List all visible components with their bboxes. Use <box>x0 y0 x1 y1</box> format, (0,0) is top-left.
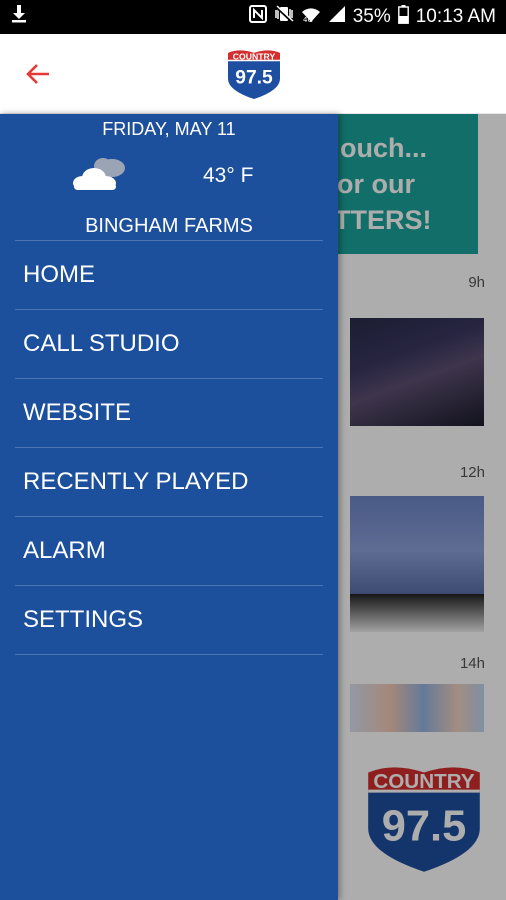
svg-text:COUNTRY: COUNTRY <box>233 52 276 62</box>
menu-item-label: SETTINGS <box>23 606 144 633</box>
vibrate-icon <box>274 5 294 29</box>
cloudy-icon <box>73 158 125 190</box>
svg-text:4G: 4G <box>303 16 313 23</box>
status-bar: 4G 35% 10:13 AM <box>0 0 506 34</box>
wifi-icon: 4G <box>301 5 321 29</box>
menu-item-label: WEBSITE <box>23 399 132 426</box>
date-label: FRIDAY, MAY 11 <box>102 119 236 139</box>
signal-icon <box>328 5 346 29</box>
station-logo: COUNTRY 97.5 <box>228 50 280 100</box>
menu-item-label: RECENTLY PLAYED <box>23 468 249 495</box>
menu-item-label: HOME <box>23 261 95 288</box>
temperature: 43° F <box>203 164 254 187</box>
clock: 10:13 AM <box>415 6 496 27</box>
menu-item-website[interactable]: WEBSITE <box>15 378 323 447</box>
battery-icon <box>397 4 409 30</box>
divider <box>15 654 323 655</box>
download-icon <box>10 4 28 30</box>
nfc-icon <box>248 5 267 29</box>
app-header: COUNTRY 97.5 <box>0 34 506 114</box>
arrow-left-icon <box>26 64 49 84</box>
menu-item-alarm[interactable]: ALARM <box>15 516 323 585</box>
battery-percent: 35% <box>352 6 391 27</box>
menu-item-settings[interactable]: SETTINGS <box>15 585 323 654</box>
svg-text:97.5: 97.5 <box>235 68 273 89</box>
menu-item-label: ALARM <box>23 537 106 564</box>
drawer-menu: HOME CALL STUDIO WEBSITE RECENTLY PLAYED… <box>15 240 323 655</box>
location-label: BINGHAM FARMS <box>85 215 253 237</box>
menu-item-home[interactable]: HOME <box>15 240 323 309</box>
menu-item-recently-played[interactable]: RECENTLY PLAYED <box>15 447 323 516</box>
navigation-drawer: FRIDAY, MAY 11 43° F BINGHAM FARMS HOME … <box>0 114 338 900</box>
menu-item-call-studio[interactable]: CALL STUDIO <box>15 309 323 378</box>
back-button[interactable] <box>20 58 56 90</box>
menu-item-label: CALL STUDIO <box>23 330 180 357</box>
